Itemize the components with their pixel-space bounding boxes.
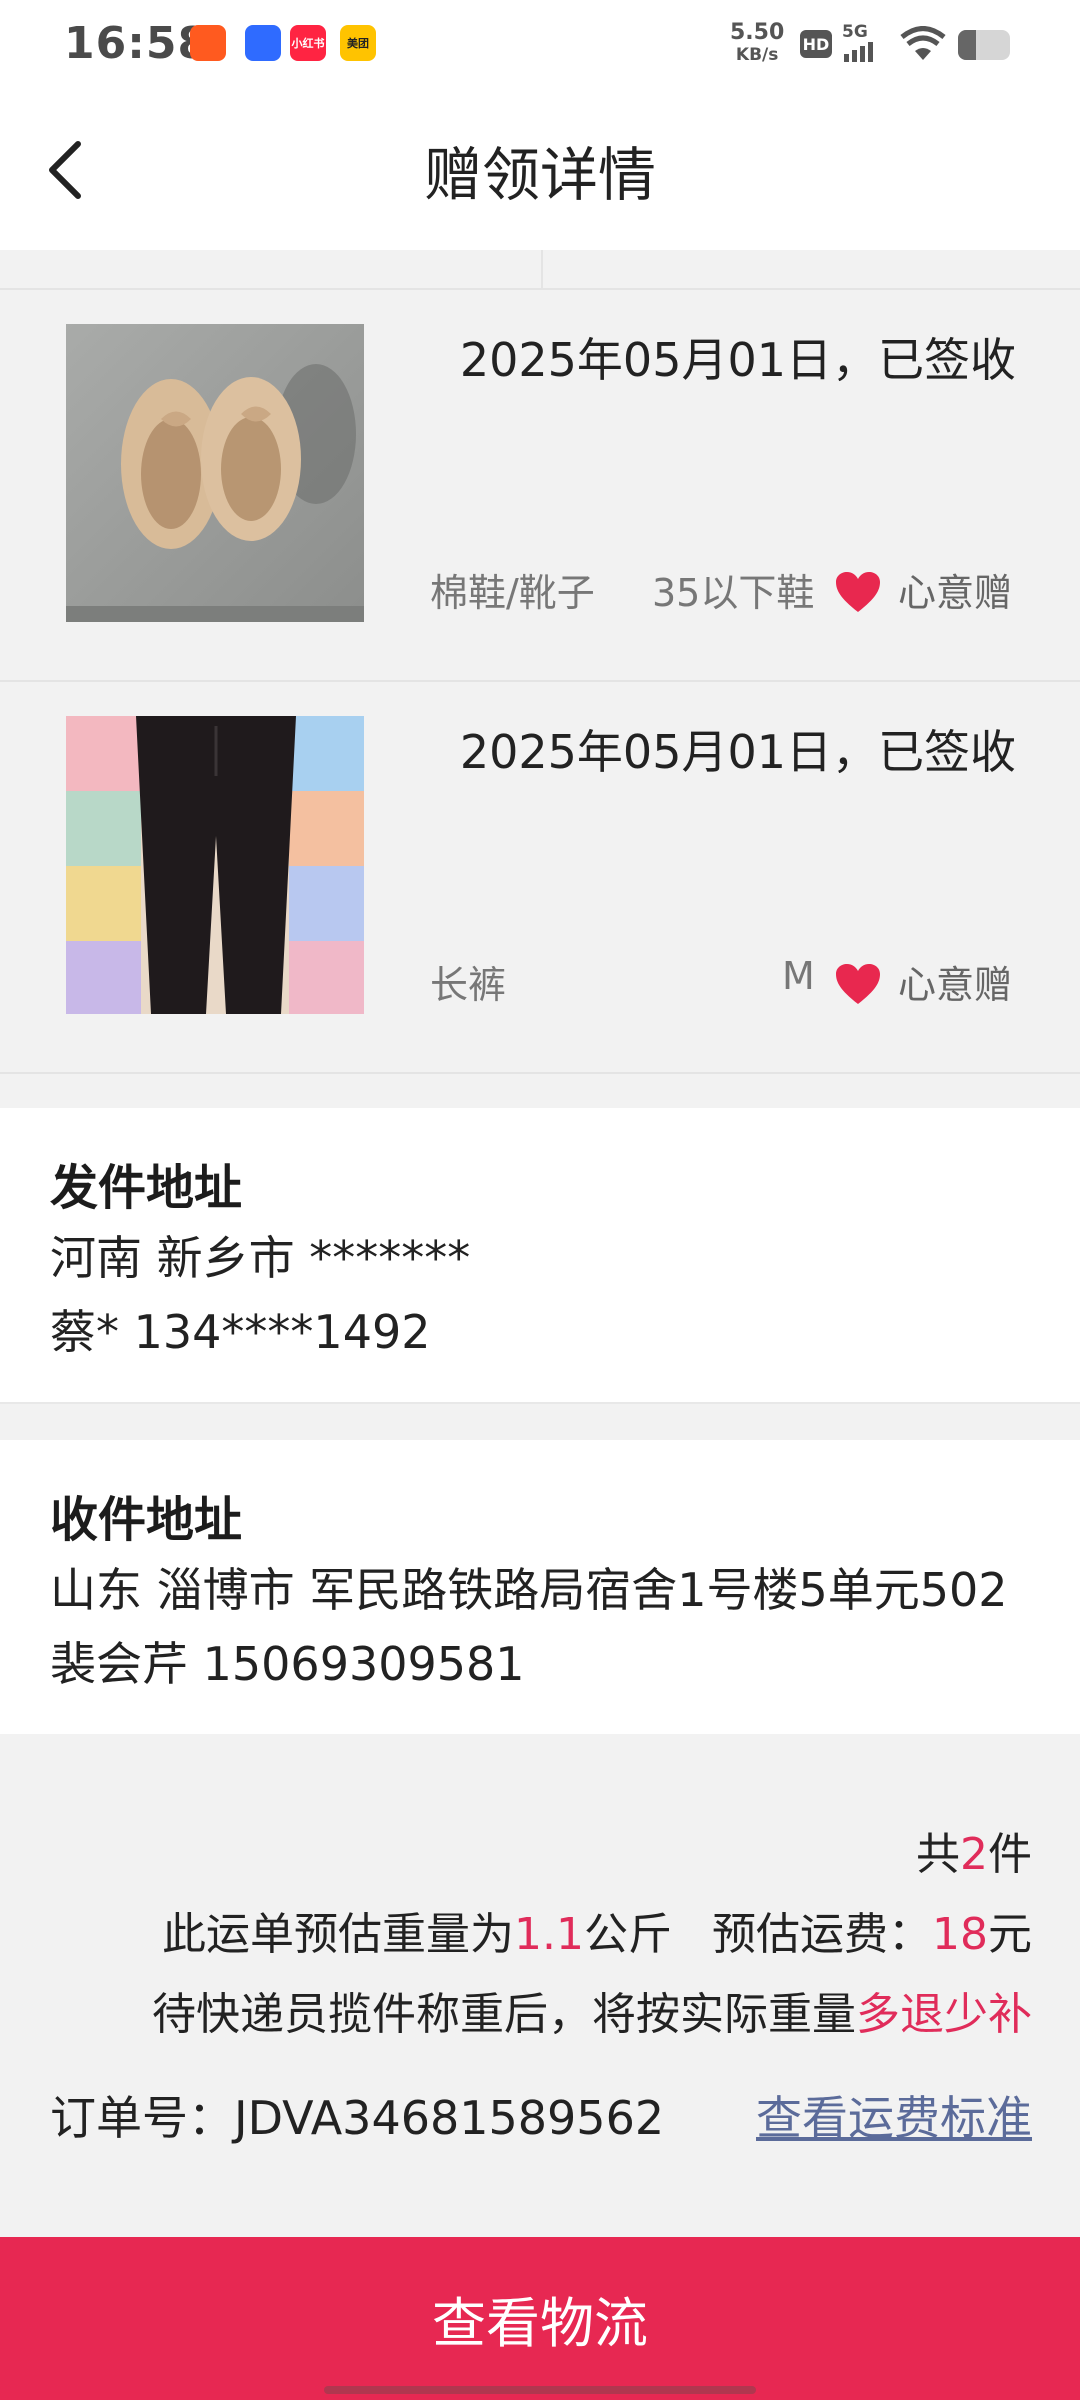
list-item[interactable]: 2025年05月01日，已签收 长裤 M 心意赠 [0, 682, 1080, 1074]
sender-contact: 蔡* 134****1492 [50, 1305, 431, 1359]
item-category: 长裤 [430, 963, 507, 1007]
gift-type-label: 心意赠 [897, 571, 1012, 615]
signal-5g-icon: 5G [842, 22, 873, 62]
sender-address: 河南 新乡市 ******* [50, 1231, 471, 1285]
gift-type-label: 心意赠 [897, 963, 1012, 1007]
receiver-address-card: 收件地址 山东 淄博市 军民路铁路局宿舍1号楼5单元502 裴会芹 150693… [0, 1440, 1080, 1734]
receiver-title: 收件地址 [50, 1492, 243, 1548]
heart-icon [836, 964, 880, 1004]
xiaohongshu-app-icon: 小红书 [290, 25, 326, 61]
receiver-contact: 裴会芹 15069309581 [50, 1637, 525, 1691]
network-speed: 5.50 KB/s [730, 20, 785, 66]
order-number: 订单号：JDVA34681589562 [50, 2091, 665, 2145]
battery-icon [958, 30, 1010, 60]
weight-note: 待快递员揽件称重后，将按实际重量多退少补 [152, 1989, 1032, 2040]
view-logistics-button[interactable]: 查看物流 [0, 2237, 1080, 2400]
hd-icon: HD [800, 30, 832, 58]
meituan-app-icon: 美团 [340, 25, 376, 61]
item-count: 共2件 [916, 1829, 1032, 1880]
home-indicator[interactable] [324, 2386, 756, 2394]
baidu-app-icon [245, 25, 281, 61]
page-title: 赠领详情 [423, 141, 656, 209]
item-date-status: 2025年05月01日，已签收 [459, 333, 1016, 387]
sender-address-card: 发件地址 河南 新乡市 ******* 蔡* 134****1492 [0, 1108, 1080, 1404]
item-size: 35以下鞋 [652, 571, 815, 615]
previous-item-row-partial [0, 250, 1080, 290]
receiver-address: 山东 淄博市 军民路铁路局宿舍1号楼5单元502 [50, 1563, 1008, 1617]
item-photo-pants [66, 716, 364, 1014]
sender-title: 发件地址 [50, 1160, 243, 1216]
item-category: 棉鞋/靴子 [430, 571, 595, 615]
status-time: 16:58 [64, 18, 210, 69]
wifi-icon [900, 26, 946, 60]
weight-and-fee: 此运单预估重量为1.1公斤 预估运费：18元 [162, 1909, 1032, 1960]
item-photo-shoes [66, 324, 364, 622]
heart-icon [836, 572, 880, 612]
view-fee-standard-link[interactable]: 查看运费标准 [756, 2082, 1032, 2148]
kuaishou-app-icon [190, 25, 226, 61]
bottom-bar: 查看物流 [0, 2237, 1080, 2400]
item-date-status: 2025年05月01日，已签收 [459, 725, 1016, 779]
list-item[interactable]: 2025年05月01日，已签收 棉鞋/靴子 35以下鞋 心意赠 [0, 290, 1080, 682]
item-size: M [782, 954, 815, 998]
